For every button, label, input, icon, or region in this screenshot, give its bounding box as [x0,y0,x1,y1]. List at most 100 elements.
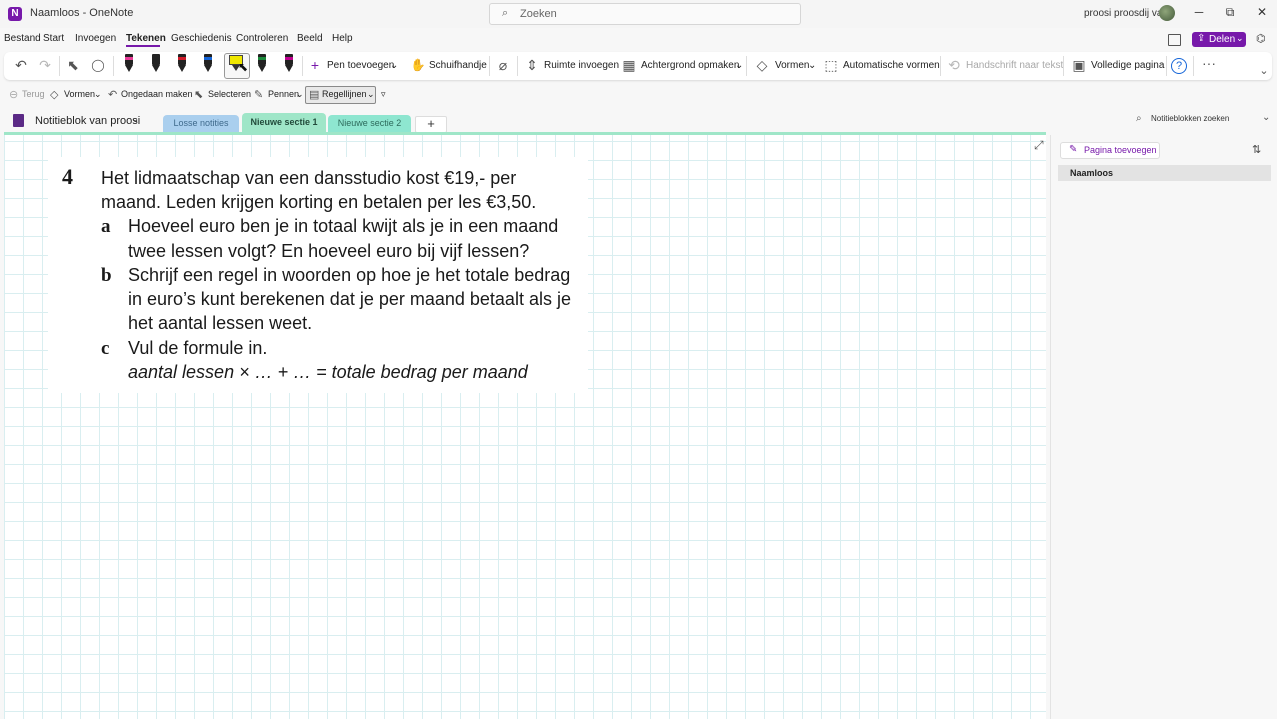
share-icon: ⇪ [1197,33,1206,44]
question-intro-line-1: Het lidmaatschap van een dansstudio kost… [101,168,517,188]
subquestion-b-label: b [101,265,112,286]
pen-pink[interactable] [122,54,136,76]
subquestion-b-line-3: het aantal lessen weet. [128,313,313,333]
hand-icon[interactable]: ✋ [409,58,427,72]
back-button[interactable]: Terug [22,89,45,99]
notebook-icon[interactable] [13,114,24,127]
menu-invoegen[interactable]: Invoegen [75,33,116,44]
menu-tekenen[interactable]: Tekenen [126,33,166,44]
divider [940,56,941,76]
more-options-icon[interactable]: ··· [1200,55,1218,71]
ribbon-display-options-icon[interactable]: ⌬ [1256,32,1266,45]
expand-icon[interactable]: ⤢ [1034,138,1044,153]
rule-lines-icon: ▤ [309,89,320,101]
divider [517,56,518,76]
select-icon[interactable]: ⬉ [194,88,203,101]
full-page-button[interactable]: Volledige pagina [1091,60,1164,71]
pen-green[interactable] [255,54,269,76]
pen-blue[interactable] [201,54,215,76]
lasso-icon[interactable]: ◯ [89,58,107,72]
notebook-sync-icon[interactable] [1168,34,1181,46]
avatar[interactable] [1159,5,1175,21]
user-name[interactable]: proosi proosdij van [1084,8,1168,19]
notebook-search-input[interactable]: Notitieblokken zoeken [1151,114,1229,123]
shapes-button[interactable]: Vormen [775,60,809,71]
close-icon[interactable]: ✕ [1252,5,1272,19]
question-number: 4 [62,164,73,189]
add-page-button[interactable]: ✎ Pagina toevoegen [1060,142,1160,159]
minimize-icon[interactable]: ─ [1189,5,1209,19]
auto-shapes-button[interactable]: Automatische vormen [843,60,940,71]
collapse-ribbon-icon[interactable]: ⌄ [1255,64,1273,77]
add-pen-icon[interactable]: + [306,57,324,73]
undo-icon[interactable]: ↶ [12,57,30,74]
add-page-label: Pagina toevoegen [1084,145,1157,155]
chevron-down-icon[interactable]: ⌄ [367,89,375,100]
add-pen-button[interactable]: Pen toevoegen [327,60,394,71]
format-background-button[interactable]: Achtergrond opmaken [641,60,739,71]
redo-icon[interactable]: ↷ [36,57,54,74]
background-icon[interactable]: ▦ [620,57,638,74]
page-list-item[interactable]: Naamloos [1058,165,1271,181]
customize-toolbar-icon[interactable]: ▿ [381,89,386,100]
select-button[interactable]: Selecteren [208,89,251,99]
ruler-icon[interactable]: ⌀ [494,57,512,74]
insert-space-icon[interactable]: ⇕ [523,57,541,74]
shapes-icon[interactable]: ◇ [753,57,771,74]
menu-help[interactable]: Help [332,33,353,44]
back-icon[interactable]: ⊖ [9,88,18,101]
section-tab-nieuwe-sectie-1[interactable]: Nieuwe sectie 1 [242,113,326,132]
divider [489,56,490,76]
search-placeholder: Zoeken [520,8,557,20]
ink-to-text-icon[interactable]: ⟲ [945,57,963,74]
add-page-icon: ✎ [1069,144,1078,155]
auto-shapes-icon[interactable]: ⬚ [822,57,840,74]
chevron-down-icon[interactable]: ⌄ [735,60,743,71]
chevron-down-icon[interactable]: ⌄ [808,60,816,71]
full-page-icon[interactable]: ▣ [1070,57,1088,74]
section-tab-losse-notities[interactable]: Losse notities [163,115,239,132]
notebook-name[interactable]: Notitieblok van proosi [35,115,140,127]
divider [59,56,60,76]
hand-tool-button[interactable]: Schuifhandje [429,60,487,71]
chevron-down-icon[interactable]: ⌄ [94,89,102,100]
pens-button[interactable]: Pennen [268,89,299,99]
help-icon[interactable]: ? [1171,58,1187,74]
share-button[interactable]: ⇪ Delen ⌄ [1192,32,1246,47]
add-section-button[interactable]: + [415,116,447,133]
insert-space-button[interactable]: Ruimte invoegen [544,60,619,71]
onenote-icon: N [8,7,22,21]
shapes-icon[interactable]: ◇ [50,88,58,101]
subquestion-b-line-1: Schrijf een regel in woorden op hoe je h… [128,265,571,285]
subquestion-c-formula: aantal lessen × … + … = totale bedrag pe… [128,362,528,382]
chevron-down-icon[interactable]: ⌄ [131,114,139,125]
chevron-down-icon[interactable]: ⌄ [1262,112,1270,123]
chevron-down-icon: ⌄ [1236,33,1244,43]
pen-red[interactable] [175,54,189,76]
sort-pages-icon[interactable]: ⇅ [1252,143,1261,156]
chevron-down-icon[interactable]: ⌄ [390,60,398,71]
menu-beeld[interactable]: Beeld [297,33,323,44]
active-tab-indicator [126,45,160,47]
subquestion-a-label: a [101,216,111,237]
chevron-down-icon[interactable]: ⌄ [296,89,304,100]
pen-black[interactable] [149,54,163,76]
ink-to-text-button[interactable]: Handschrift naar tekst [966,60,1063,71]
restore-icon[interactable]: ⧉ [1220,5,1240,20]
search-input[interactable]: ⌕ Zoeken [489,3,801,25]
search-icon[interactable]: ⌕ [1136,113,1142,124]
pens-icon[interactable]: ✎ [254,88,263,101]
page-title: Naamloos [1070,168,1114,178]
menu-controleren[interactable]: Controleren [236,33,288,44]
select-tool-icon[interactable]: ⬉ [64,57,82,74]
undo-button[interactable]: Ongedaan maken [121,89,193,99]
undo-icon[interactable]: ↶ [108,88,117,101]
divider [302,56,303,76]
menu-geschiedenis[interactable]: Geschiedenis [171,33,232,44]
shapes-button[interactable]: Vormen [64,89,95,99]
section-tab-nieuwe-sectie-2[interactable]: Nieuwe sectie 2 [328,115,411,132]
pen-purple[interactable] [282,54,296,76]
menu-start[interactable]: Start [43,33,64,44]
subquestion-a-line-1: Hoeveel euro ben je in totaal kwijt als … [128,216,559,236]
menu-bestand[interactable]: Bestand [4,33,41,44]
